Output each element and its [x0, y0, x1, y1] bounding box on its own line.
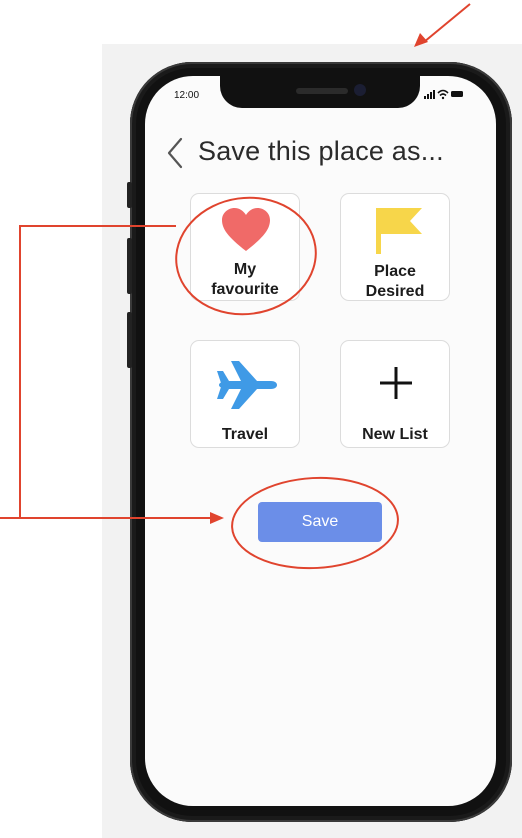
tile-label: Travel [221, 426, 269, 443]
tile-label-line2: favourite [211, 281, 279, 298]
volume-down-button [127, 312, 132, 368]
signal-icon [424, 90, 435, 99]
tile-label-line1: Place [374, 263, 416, 280]
wifi-icon [437, 89, 449, 100]
plus-icon [380, 367, 412, 399]
tile-new-list[interactable]: New List [340, 340, 450, 448]
tile-place-desired[interactable]: Place Desired [340, 193, 450, 301]
tile-label-line1: My [233, 261, 257, 278]
back-chevron-icon[interactable] [164, 136, 186, 170]
tile-my-favourite[interactable]: My favourite [190, 193, 300, 301]
save-button[interactable]: Save [258, 502, 382, 542]
flag-icon [376, 208, 422, 254]
home-indicator [260, 806, 380, 811]
status-icons [424, 89, 463, 100]
side-button [127, 182, 132, 208]
battery-icon [451, 91, 463, 97]
tile-label-line2: Desired [365, 283, 425, 300]
airplane-icon [217, 361, 277, 409]
tile-travel[interactable]: Travel [190, 340, 300, 448]
speaker [296, 88, 348, 94]
tile-label: New List [362, 426, 428, 443]
page-title: Save this place as... [198, 136, 444, 166]
camera [354, 84, 366, 96]
volume-up-button [127, 238, 132, 294]
heart-icon [222, 208, 270, 251]
annotation-arrow-top [423, 3, 471, 43]
status-time: 12:00 [174, 90, 200, 101]
